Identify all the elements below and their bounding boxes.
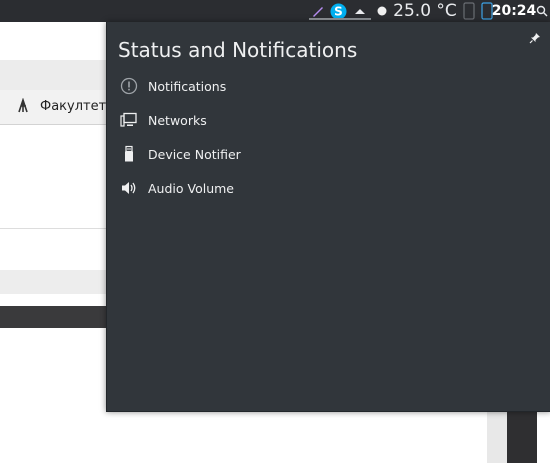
- entry-device-notifier[interactable]: Device Notifier: [115, 141, 535, 167]
- faculty-logo-icon: [18, 98, 28, 113]
- usb-drive-icon: [118, 143, 140, 165]
- active-indicator: [309, 18, 371, 20]
- background-scrollbar[interactable]: [487, 410, 507, 463]
- network-monitor-icon: [118, 109, 140, 131]
- svg-text:S: S: [334, 4, 343, 18]
- search-icon[interactable]: [534, 0, 550, 22]
- entry-label: Audio Volume: [148, 180, 234, 196]
- popup-title: Status and Notifications: [118, 38, 358, 62]
- entry-networks[interactable]: Networks: [115, 107, 535, 133]
- temperature-readout[interactable]: 25.0 °C: [393, 0, 457, 22]
- status-dot-icon[interactable]: [374, 0, 390, 22]
- background-dark-panel: [507, 410, 537, 463]
- notification-alert-icon: [118, 75, 140, 97]
- battery-empty-icon[interactable]: [461, 0, 477, 22]
- entry-label: Notifications: [148, 78, 227, 94]
- entry-notifications[interactable]: Notifications: [115, 73, 535, 99]
- entry-label: Device Notifier: [148, 146, 241, 162]
- speaker-volume-icon: [118, 177, 140, 199]
- top-panel: S 25.0 °C 20:24: [0, 0, 550, 22]
- entry-audio-volume[interactable]: Audio Volume: [115, 175, 535, 201]
- digital-clock[interactable]: 20:24: [492, 0, 537, 22]
- status-notifications-popup: Status and Notifications Notifications N…: [106, 22, 550, 412]
- pin-icon[interactable]: [529, 32, 541, 44]
- entry-label: Networks: [148, 112, 207, 128]
